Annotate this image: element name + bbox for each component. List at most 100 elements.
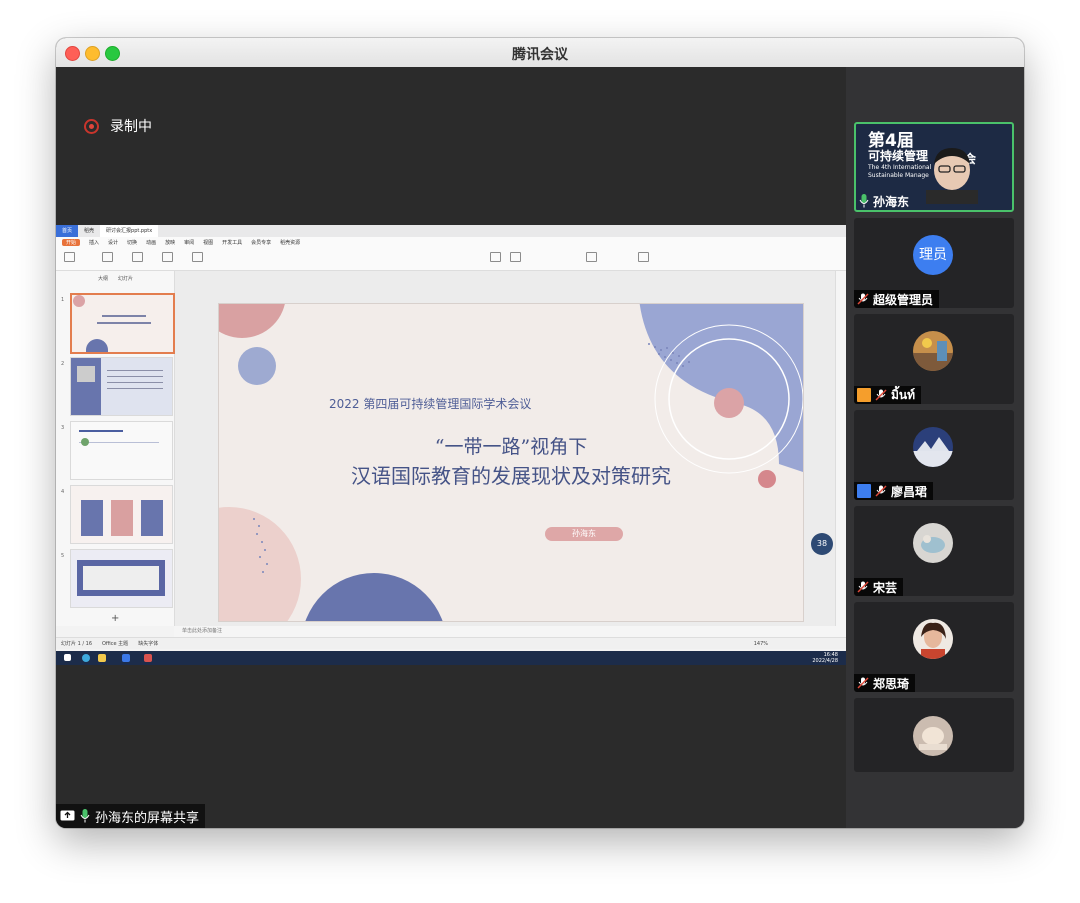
participant-tile[interactable]: 理员 超级管理员 xyxy=(854,218,1014,308)
mic-off-icon xyxy=(857,677,869,689)
wps-menu-review[interactable]: 审阅 xyxy=(184,239,194,246)
play-icon[interactable] xyxy=(132,252,143,262)
wps-tab-home[interactable]: 首页 xyxy=(56,225,79,237)
wps-menu-design[interactable]: 设计 xyxy=(108,239,118,246)
shape-icon[interactable] xyxy=(510,252,521,262)
thumb-number: 1 xyxy=(61,297,65,303)
avatar: 理员 xyxy=(913,235,953,275)
screen-share-text: 孙海东的屏幕共享 xyxy=(95,810,200,826)
participant-label: 孙海东 xyxy=(856,192,915,210)
participant-label: 郑思琦 xyxy=(854,674,916,692)
slide-thumbnail[interactable] xyxy=(70,293,175,354)
participant-tile[interactable]: 廖昌珺 xyxy=(854,410,1014,500)
participant-tile[interactable]: 第4届 可持续管理 The 4th International Sustaina… xyxy=(854,122,1014,212)
current-slide: 2022 第四届可持续管理国际学术会议 “一带一路”视角下 汉语国际教育的发展现… xyxy=(219,304,803,621)
textbox-icon[interactable] xyxy=(490,252,501,262)
theme-name: Office 主题 xyxy=(102,641,129,647)
layout-icon[interactable] xyxy=(192,252,203,262)
wps-menu-member[interactable]: 会员专享 xyxy=(251,239,271,246)
wps-workspace: 大纲 幻灯片 1 2 3 4 5 + 2022 第四届可持续管理国际学术会议 “… xyxy=(56,271,846,626)
participant-tile[interactable]: มิ้นท์ xyxy=(854,314,1014,404)
slide-thumbnail[interactable] xyxy=(70,421,173,480)
avatar xyxy=(913,427,953,467)
thumb-number: 4 xyxy=(61,489,65,495)
deco-navy-circle xyxy=(305,573,443,621)
windows-start-icon[interactable] xyxy=(64,654,71,661)
record-icon xyxy=(84,118,99,134)
wps-menu-transition[interactable]: 切换 xyxy=(127,239,137,246)
wps-menu-view[interactable]: 视图 xyxy=(203,239,213,246)
slide-subtitle: 2022 第四届可持续管理国际学术会议 xyxy=(329,397,532,411)
find-icon[interactable] xyxy=(586,252,597,262)
missing-font[interactable]: 缺失字体 xyxy=(138,640,158,647)
tab-outline[interactable]: 大纲 xyxy=(98,275,108,282)
slide-thumbnail[interactable] xyxy=(70,357,173,416)
participant-tile[interactable]: 宋芸 xyxy=(854,506,1014,596)
wps-icon[interactable] xyxy=(144,654,152,662)
participant-tile[interactable] xyxy=(854,698,1014,772)
deco-blue-circle xyxy=(238,347,276,385)
participant-label: 超级管理员 xyxy=(854,290,940,308)
deco-pink-circle xyxy=(219,507,301,621)
zoom-level[interactable]: 147% xyxy=(754,641,768,647)
taskbar-clock: 16:48 2022/4/28 xyxy=(812,652,838,664)
thumb-number: 3 xyxy=(61,425,65,431)
windows-taskbar: 16:48 2022/4/28 xyxy=(56,651,846,665)
clock-date: 2022/4/28 xyxy=(812,658,838,664)
shared-screen: 首页 稻壳 研讨会汇报ppt.pptx 开始 插入 设计 切换 动画 放映 审阅… xyxy=(56,225,846,665)
slide-thumbnail[interactable] xyxy=(70,549,173,608)
wps-menu-slideshow[interactable]: 放映 xyxy=(165,239,175,246)
slide-thumbnail[interactable] xyxy=(70,485,173,544)
slide-counter: 幻灯片 1 / 16 xyxy=(61,641,92,647)
avatar xyxy=(913,619,953,659)
notes-area[interactable]: 单击此处添加备注 xyxy=(174,626,846,637)
participant-name: มิ้นท์ xyxy=(891,387,916,402)
wps-menu-start[interactable]: 开始 xyxy=(62,239,81,246)
user-icon xyxy=(857,484,871,498)
participant-name: 孙海东 xyxy=(873,194,910,209)
folder-icon[interactable] xyxy=(98,654,106,662)
screen-share-label: 孙海东的屏幕共享 xyxy=(56,804,206,828)
participant-label: 廖昌珺 xyxy=(854,482,934,500)
thumbnail-tabs: 大纲 幻灯片 xyxy=(98,275,133,282)
mic-on-icon xyxy=(80,809,90,823)
wps-status-bar: 幻灯片 1 / 16 Office 主题 缺失字体 147% xyxy=(56,637,846,649)
select-icon[interactable] xyxy=(638,252,649,262)
meeting-app-icon[interactable] xyxy=(122,654,130,662)
format-painter-icon[interactable] xyxy=(102,252,113,262)
participant-tile[interactable]: 郑思琦 xyxy=(854,602,1014,692)
window-title: 腾讯会议 xyxy=(512,47,568,63)
thumbnail-pane: 大纲 幻灯片 1 2 3 4 5 + xyxy=(56,271,175,626)
slide-title-line1: “一带一路”视角下 xyxy=(434,436,588,458)
perf-badge[interactable]: 38 xyxy=(811,533,833,555)
participant-label: 宋芸 xyxy=(854,578,904,596)
participant-sidebar: 第4届 可持续管理 The 4th International Sustaina… xyxy=(846,67,1024,828)
wps-menu-devtools[interactable]: 开发工具 xyxy=(222,239,242,246)
wps-tab-document[interactable]: 研讨会汇报ppt.pptx xyxy=(100,225,159,237)
slide-author: 孙海东 xyxy=(545,527,623,541)
tab-slides[interactable]: 幻灯片 xyxy=(118,275,133,282)
wps-tab-daoke[interactable]: 稻壳 xyxy=(78,225,100,237)
wps-ribbon xyxy=(56,248,846,271)
add-slide-button[interactable]: + xyxy=(111,613,119,624)
avatar xyxy=(913,523,953,563)
mic-off-icon xyxy=(875,485,887,497)
mic-off-icon xyxy=(857,293,869,305)
mic-off-icon xyxy=(875,389,887,401)
share-stage: 录制中 首页 稻壳 研讨会汇报ppt.pptx 开始 插入 设计 切换 动画 放… xyxy=(56,67,846,828)
wps-menu-insert[interactable]: 插入 xyxy=(89,239,99,246)
recording-label: 录制中 xyxy=(110,119,152,135)
title-bar: 腾讯会议 xyxy=(56,38,1024,68)
recording-indicator[interactable]: 录制中 xyxy=(84,116,152,136)
thumb-number: 2 xyxy=(61,361,65,367)
wps-menu-resources[interactable]: 稻壳资源 xyxy=(280,239,300,246)
deco-pink-dot xyxy=(714,388,744,418)
slide-title-line2: 汉语国际教育的发展现状及对策研究 xyxy=(351,464,671,488)
wps-menu-animation[interactable]: 动画 xyxy=(146,239,156,246)
edge-icon[interactable] xyxy=(82,654,90,662)
meeting-window: 腾讯会议 录制中 首页 稻壳 研讨会汇报ppt.pptx 开始 插入 设计 切换… xyxy=(56,38,1024,828)
new-slide-icon[interactable] xyxy=(162,252,173,262)
paste-icon[interactable] xyxy=(64,252,75,262)
right-toolbar xyxy=(835,271,846,626)
deco-pink-circle xyxy=(219,304,285,338)
